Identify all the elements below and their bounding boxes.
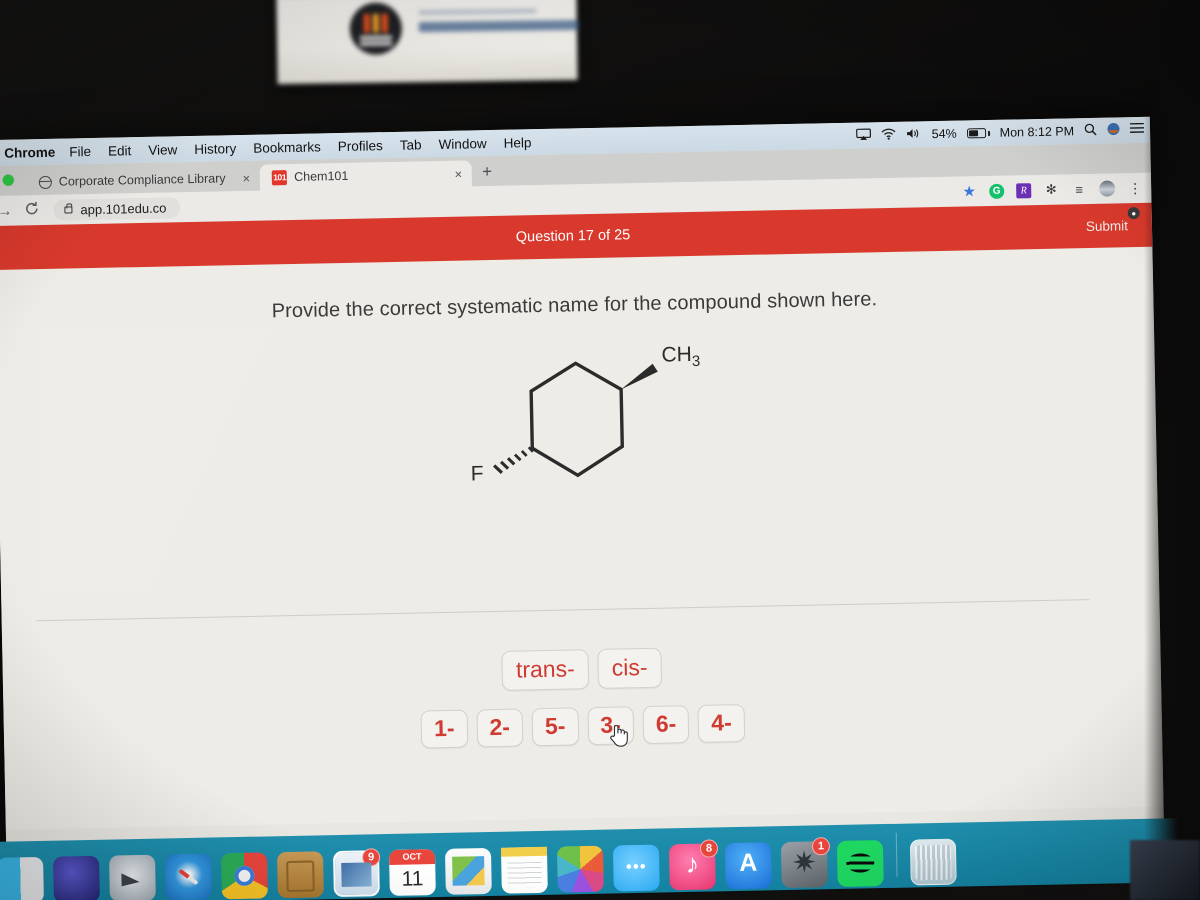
background-title-line	[418, 8, 537, 16]
menubar-item-window[interactable]: Window	[438, 136, 486, 152]
puzzle-extensions-icon[interactable]: ✻	[1043, 182, 1059, 198]
photo-corner-object	[1130, 840, 1200, 900]
dock-item-mail[interactable]: 9	[332, 848, 381, 898]
rx-extension-icon[interactable]: R	[1016, 182, 1032, 198]
section-divider	[35, 599, 1090, 622]
fluorine-label: F	[471, 462, 484, 485]
menubar-item-history[interactable]: History	[194, 141, 236, 157]
background-blurred-window	[276, 0, 579, 85]
dock-item-trash[interactable]	[909, 838, 957, 886]
menubar-app-name[interactable]: Chrome	[0, 144, 55, 160]
methyl-label: CH3	[661, 343, 700, 371]
menubar-item-bookmarks[interactable]: Bookmarks	[253, 139, 321, 155]
globe-icon	[38, 175, 52, 189]
cyclohexane-ring	[529, 361, 624, 478]
forward-arrow-icon[interactable]: →	[0, 202, 13, 219]
menubar-item-tab[interactable]: Tab	[400, 137, 422, 152]
quiz-page: Question 17 of 25 Submit Provide the cor…	[0, 202, 1164, 830]
calendar-day: 11	[401, 867, 424, 891]
answer-choices: trans- cis- 1- 2- 5- 3- 6- 4-	[2, 638, 1162, 758]
profile-avatar[interactable]	[1099, 180, 1116, 197]
url-input[interactable]: app.101edu.co	[53, 196, 181, 221]
answer-button-4[interactable]: 4-	[697, 704, 746, 744]
question-progress-label: Question 17 of 25	[515, 227, 631, 246]
answer-button-trans[interactable]: trans-	[501, 649, 590, 692]
laptop-screen: Chrome File Edit View History Bookmarks …	[0, 116, 1165, 860]
dock-item-app-store[interactable]	[724, 842, 772, 890]
screenshot-root: Chrome File Edit View History Bookmarks …	[0, 0, 1200, 900]
mouse-cursor-pointing-hand	[610, 725, 628, 747]
grammarly-icon[interactable]: G	[989, 183, 1005, 199]
reading-list-icon[interactable]: ≡	[1071, 181, 1087, 197]
dock-separator	[895, 832, 898, 877]
101-favicon-icon: 101	[271, 169, 288, 185]
dock-item-contacts[interactable]	[276, 851, 324, 899]
molecule-figure: CH3 F	[0, 324, 1158, 527]
dock-item-launchpad[interactable]	[53, 855, 100, 900]
menubar-item-profiles[interactable]: Profiles	[338, 138, 383, 154]
chrome-menu-icon[interactable]: ⋮	[1127, 179, 1143, 196]
dock-item-safari[interactable]	[165, 853, 212, 900]
answer-row-prefix: trans- cis-	[2, 638, 1161, 701]
dock-item-itunes[interactable]: 8	[668, 839, 719, 891]
airplay-icon[interactable]	[855, 127, 871, 143]
bookmark-star-icon[interactable]: ★	[961, 183, 977, 200]
tab-title: Chem101	[294, 168, 349, 184]
answer-button-cis[interactable]: cis-	[597, 647, 662, 690]
answer-button-5[interactable]: 5-	[531, 707, 579, 747]
close-icon[interactable]: ×	[242, 170, 250, 185]
answer-button-1[interactable]: 1-	[420, 709, 468, 749]
photo-right-shadow	[1144, 0, 1200, 900]
wifi-icon[interactable]	[881, 127, 896, 142]
background-title-line-2	[418, 19, 579, 33]
battery-percent-label: 54%	[931, 126, 957, 142]
dock-item-photos[interactable]	[556, 845, 604, 893]
menubar-item-help[interactable]: Help	[503, 135, 531, 151]
answer-button-6[interactable]: 6-	[642, 705, 690, 745]
search-icon[interactable]	[1084, 123, 1097, 139]
menubar-item-edit[interactable]: Edit	[108, 143, 132, 158]
close-icon[interactable]: ×	[454, 166, 462, 181]
dock-item-messages[interactable]	[612, 844, 660, 892]
url-text: app.101edu.co	[80, 200, 167, 217]
extensions-bar: ★ G R ✻ ≡ ⋮	[961, 179, 1143, 200]
dock-item-system-preferences[interactable]: 1	[780, 837, 831, 889]
dock-item-mission-control[interactable]	[109, 854, 156, 900]
solid-wedge-bond	[621, 363, 658, 390]
dock-item-spotify[interactable]	[836, 840, 884, 887]
molecule-structure-svg: CH3 F	[471, 343, 701, 486]
menubar-item-view[interactable]: View	[148, 142, 177, 158]
badge-count: 9	[361, 848, 381, 867]
dock-item-preview[interactable]	[444, 847, 492, 895]
battery-icon[interactable]	[966, 128, 990, 139]
submit-button[interactable]: Submit	[1086, 218, 1128, 234]
siri-icon[interactable]	[1107, 122, 1120, 138]
dock-item-notes[interactable]	[500, 846, 548, 894]
tab-title: Corporate Compliance Library	[58, 171, 226, 189]
calendar-month: OCT	[388, 849, 436, 865]
badge-count: 8	[699, 839, 719, 858]
lock-icon	[64, 206, 73, 214]
reload-icon[interactable]	[24, 201, 39, 220]
dock-item-finder[interactable]	[0, 856, 44, 900]
menubar-item-file[interactable]: File	[69, 144, 91, 159]
dock-item-calendar[interactable]: OCT 11	[388, 849, 436, 896]
window-traffic-light-green[interactable]	[2, 174, 14, 186]
menubar-clock[interactable]: Mon 8:12 PM	[1000, 124, 1075, 139]
badge-count: 1	[811, 837, 831, 856]
volume-icon[interactable]	[906, 127, 922, 142]
hashed-wedge-bond	[493, 446, 534, 474]
background-logo-icon	[349, 2, 403, 56]
new-tab-button[interactable]: +	[472, 160, 502, 187]
control-center-icon[interactable]	[1129, 122, 1145, 137]
answer-row-numbers: 1- 2- 5- 3- 6- 4-	[4, 696, 1163, 757]
answer-button-2[interactable]: 2-	[476, 708, 524, 748]
dock-item-chrome[interactable]	[220, 852, 268, 900]
